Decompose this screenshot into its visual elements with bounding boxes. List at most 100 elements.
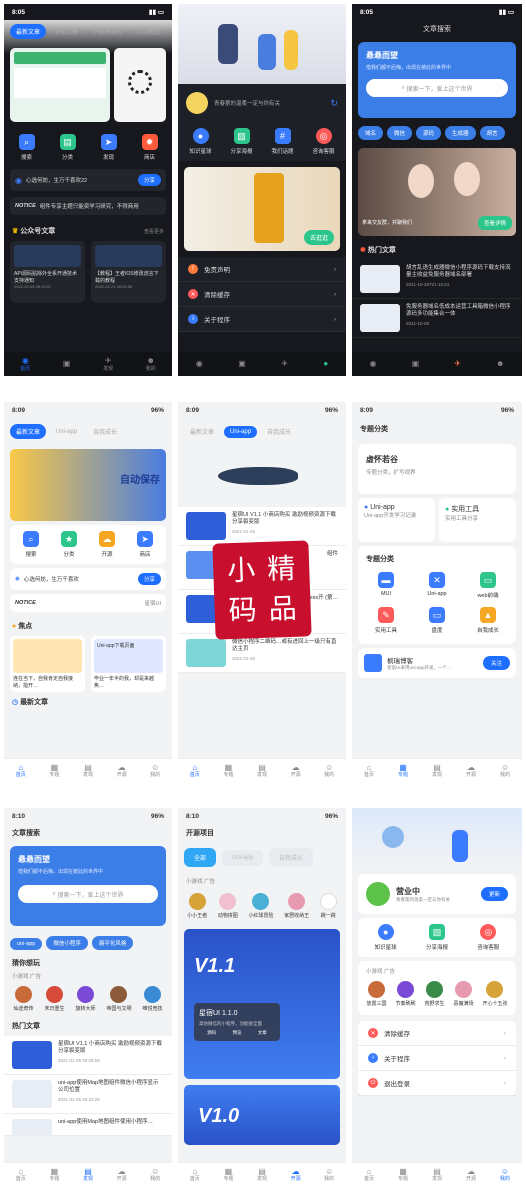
hero-banner[interactable]: 自动保存 xyxy=(10,449,166,521)
search-entry[interactable]: ⌕ 搜索 xyxy=(9,134,45,161)
avatar[interactable] xyxy=(366,882,390,906)
search-input[interactable]: ⌕ 搜索一下，爱上这个世界 xyxy=(366,79,508,97)
nav-discover[interactable]: ▤ 发现 xyxy=(432,1167,442,1183)
article-item[interactable]: 微信小程序二维码…或有进回上一级只有直达主页 2021-01-25 xyxy=(178,634,346,673)
tab-growth[interactable]: 自我成长 xyxy=(261,424,297,439)
nav-home[interactable]: ⌂ 首页 xyxy=(364,1167,374,1183)
nav-topic[interactable]: ▦ 专题 xyxy=(223,1167,233,1183)
update-button[interactable]: 更新 xyxy=(480,887,508,901)
article-card[interactable]: 【教程】王者IOS修改流言下载的教程 2022-02-21 08:25:58 xyxy=(91,241,166,303)
game-item[interactable]: 旋转大师 xyxy=(75,986,96,1012)
nav-topic[interactable]: ▦ 专题 xyxy=(49,1167,59,1183)
article-item[interactable]: uni-app使用Map地图组件微信小程序显示公司位置 2021-01-25 08… xyxy=(4,1075,172,1114)
go-button[interactable]: 去逛逛 xyxy=(303,230,334,245)
follow-button[interactable]: 关注 xyxy=(482,656,510,670)
discover-entry[interactable]: ➤ 发现 xyxy=(91,134,127,161)
shop-entry[interactable]: ➤ 商店 xyxy=(127,531,163,558)
nav-discover[interactable]: ▤ 发现 xyxy=(83,1167,93,1183)
nav-home[interactable]: ◉ xyxy=(196,359,203,369)
article-item[interactable]: 免服务器域名低成本运营工具箱微信小程序源码多功能集合一体 2021-10-08 xyxy=(352,299,522,338)
preview-button[interactable]: 预览 xyxy=(232,1030,241,1036)
game-item[interactable]: 动物拼图 xyxy=(218,893,238,919)
nav-mine[interactable]: ☺ 我的 xyxy=(324,1167,334,1183)
topic-card-uniapp[interactable]: ● Uni-app Uni-app开发学习记录 xyxy=(358,498,435,542)
avatar[interactable] xyxy=(186,92,208,114)
nav-mine[interactable]: ☺ 我的 xyxy=(500,1167,510,1183)
tag-pill[interactable]: uni-app xyxy=(10,938,43,950)
topic-entry[interactable]: # 我们话题 xyxy=(265,128,301,155)
nav-mine[interactable]: ☻ 我的 xyxy=(146,356,156,372)
tag-pill[interactable]: 域名 xyxy=(358,126,384,140)
nav-open[interactable]: ☁ 开源 xyxy=(117,763,127,779)
search-entry[interactable]: ⌕ 搜索 xyxy=(13,531,49,558)
nav-discover[interactable]: ▤ 发现 xyxy=(432,763,442,779)
topic-web[interactable]: ▭ web前端 xyxy=(470,572,506,599)
search-input[interactable]: ⌕ 搜索一下，爱上这个世界 xyxy=(18,885,158,903)
nav-open[interactable]: ☁ 开源 xyxy=(117,1167,127,1183)
nav-home[interactable]: ⌂ 首页 xyxy=(16,763,26,779)
game-item[interactable]: 唯悦竞技 xyxy=(142,986,163,1012)
game-item[interactable]: 家居收纳王 xyxy=(284,893,309,919)
nav-topic[interactable]: ▦ 专题 xyxy=(49,763,59,779)
nav-home[interactable]: ⌂ 首页 xyxy=(364,763,374,779)
game-item[interactable]: 小小王者 xyxy=(187,893,207,919)
menu-clear-cache[interactable]: ✕ 清除缓存 › xyxy=(358,1021,516,1046)
nav-mine[interactable]: ☻ xyxy=(496,359,504,369)
menu-about[interactable]: i 关于程序 › xyxy=(178,307,346,332)
nav-mid[interactable]: ▣ xyxy=(412,359,420,369)
game-item[interactable]: 开心十五张 xyxy=(482,981,508,1007)
nav-discover[interactable]: ▤ 发现 xyxy=(257,1167,267,1183)
project-card[interactable]: V1.1 星宿UI 1.1.0 高仿微信的小程序，功能很全面 源码 预览 文章 xyxy=(184,929,340,1079)
nav-home[interactable]: ◉ 首页 xyxy=(20,356,30,372)
ad-video-card[interactable]: 拿来交友群，并聊我们 查看详情 xyxy=(358,148,516,236)
category-entry[interactable]: ★ 分类 xyxy=(51,531,87,558)
game-item[interactable]: 跳一跳 xyxy=(319,893,337,919)
nav-discover[interactable]: ✈ 发现 xyxy=(103,356,113,372)
article-item[interactable]: 胡言乱语生成器微信小程序源码下载支持流量主收益免服务器域名部署 2021-10-2… xyxy=(352,260,522,299)
tab-uniapp[interactable]: Uni-app xyxy=(50,426,83,438)
game-item[interactable]: 末日重生 xyxy=(44,986,65,1012)
menu-logout[interactable]: ⏻ 退出登录 › xyxy=(358,1071,516,1096)
ad-banner[interactable]: 去逛逛 xyxy=(184,167,340,251)
tab-mini[interactable]: 小程序源码 xyxy=(86,24,128,39)
nav-topic[interactable]: ▦ 专题 xyxy=(398,1167,408,1183)
nav-home[interactable]: ◉ xyxy=(370,359,377,369)
share-button[interactable]: 分享 xyxy=(137,573,161,585)
focus-card[interactable]: Uni-app下载页面 毕业一年半的我，却是来越焦… xyxy=(91,636,166,692)
article-item[interactable]: 星宿UI V1.1 小商店购买 激励视频资源下载 分享裂变版 2021-01-25 xyxy=(178,507,346,546)
tag-pill[interactable]: 微信 xyxy=(387,126,413,140)
nav-mine[interactable]: ☺ 我的 xyxy=(324,763,334,779)
nav-home[interactable]: ⌂ 首页 xyxy=(190,1167,200,1183)
topic-disk[interactable]: ▭ 盘度 xyxy=(419,607,455,634)
nav-mine[interactable]: ☺ 我的 xyxy=(150,1167,160,1183)
tab-uniapp[interactable]: Uni-app xyxy=(222,849,264,866)
more-link[interactable]: 查看更多 xyxy=(144,228,164,235)
detail-button[interactable]: 查看详情 xyxy=(477,216,512,230)
topic-mui[interactable]: ▬ MUI xyxy=(368,572,404,599)
menu-about[interactable]: i 关于程序 › xyxy=(358,1046,516,1071)
tag-pill[interactable]: 生成器 xyxy=(445,126,476,140)
shop-entry[interactable]: ✹ 商店 xyxy=(132,134,168,161)
nav-discover[interactable]: ✈ xyxy=(454,359,461,369)
game-item[interactable]: 荒野求生 xyxy=(424,981,445,1007)
knowledge-entry[interactable]: ● 知识星球 xyxy=(368,924,404,951)
tab-growth[interactable]: 自我成长 xyxy=(269,848,314,867)
tab-growth[interactable]: 自我成长 xyxy=(87,424,123,439)
game-item[interactable]: 小红球冒险 xyxy=(248,893,273,919)
topic-card-tools[interactable]: ● 实用工具 实用工具分享 xyxy=(439,498,516,542)
nav-discover[interactable]: ▤ 发现 xyxy=(83,763,93,779)
topic-uniapp[interactable]: ✕ Uni-app xyxy=(419,572,455,599)
nav-home[interactable]: ⌂ 首页 xyxy=(190,763,200,779)
menu-clear-cache[interactable]: ✕ 清除缓存 › xyxy=(178,282,346,307)
tag-pill[interactable]: 扁平化风格 xyxy=(91,936,134,950)
focus-card[interactable]: 连在当下，自我肯定自我接纳，指开… xyxy=(10,636,85,692)
category-entry[interactable]: ▤ 分类 xyxy=(50,134,86,161)
nav-open[interactable]: ☁ 开源 xyxy=(466,763,476,779)
tab-all[interactable]: 全部 xyxy=(184,848,217,867)
service-entry[interactable]: ◎ 咨询客服 xyxy=(470,924,506,951)
tab-latest[interactable]: 最新文章 xyxy=(184,424,220,439)
tag-pill[interactable]: 源码 xyxy=(416,126,442,140)
game-item[interactable]: 节奏刷刷 xyxy=(395,981,416,1007)
banner-card-2[interactable] xyxy=(114,48,166,122)
nav-topic[interactable]: ▦ 专题 xyxy=(398,763,408,779)
